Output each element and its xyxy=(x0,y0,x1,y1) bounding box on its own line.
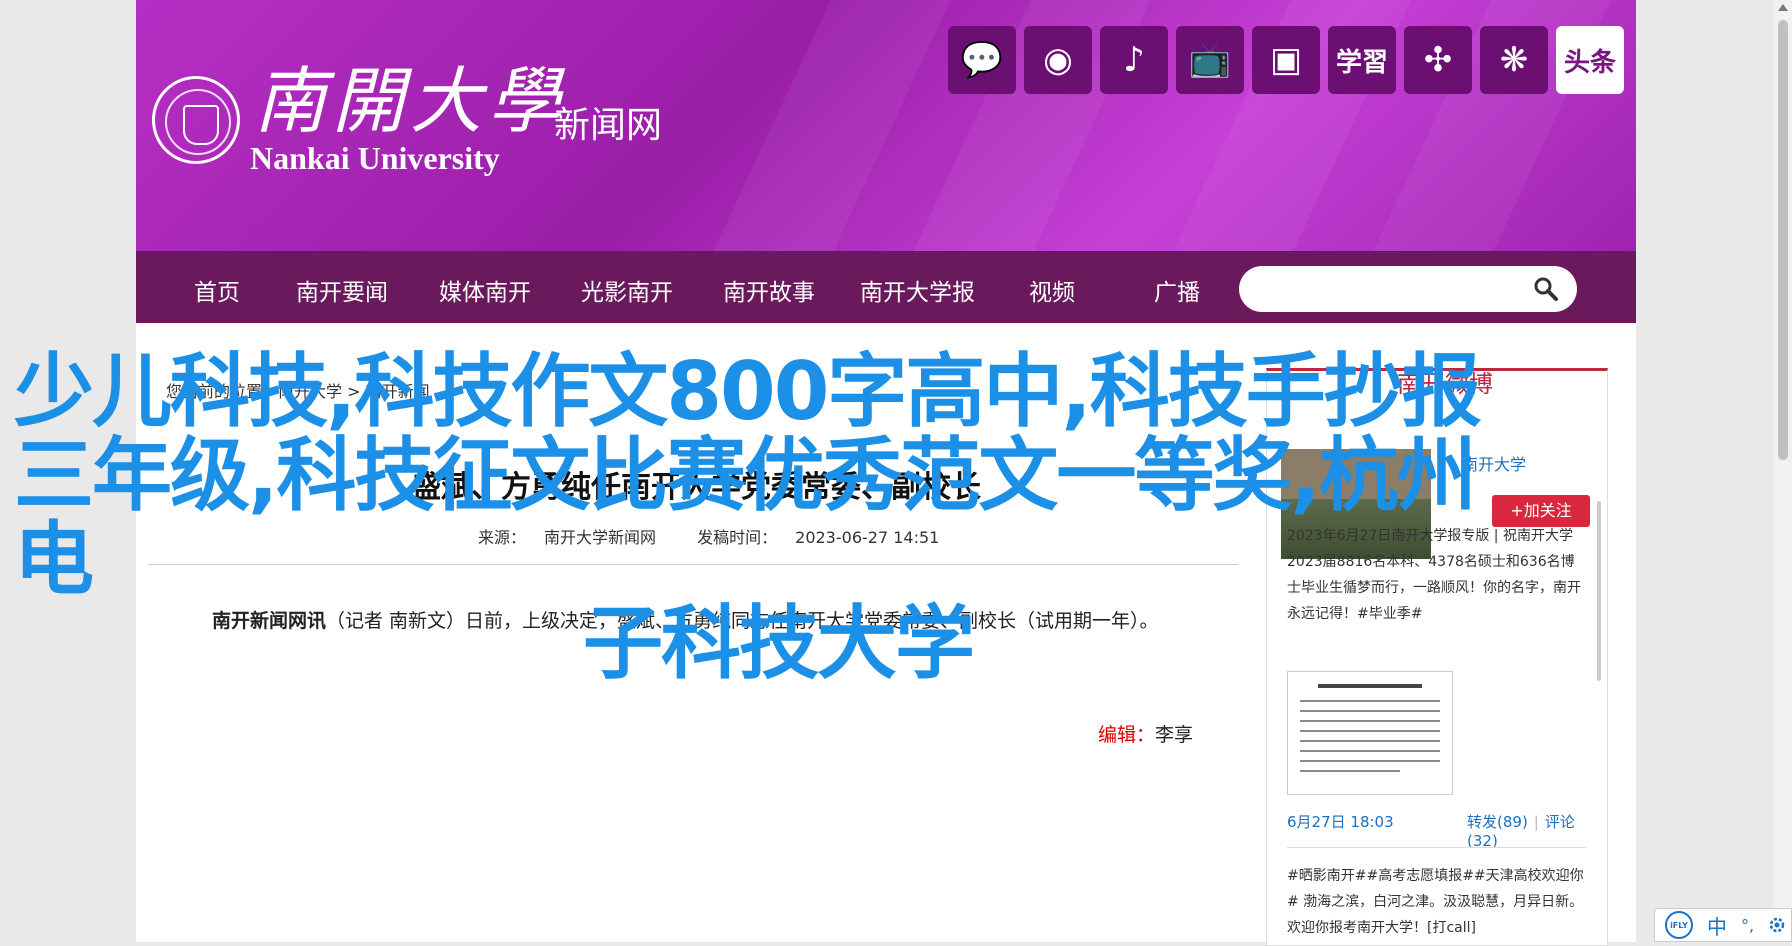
nav-item-newspaper[interactable]: 南开大学报 xyxy=(860,273,975,307)
nav-item-radio[interactable]: 广播 xyxy=(1154,273,1200,307)
overlay-line-3: 子科技大学 xyxy=(583,597,975,690)
site-name: 新闻网 xyxy=(554,105,663,146)
douyin-icon[interactable]: ♪ xyxy=(1100,26,1168,94)
editor-name: 李享 xyxy=(1155,724,1194,746)
wechat-icon[interactable]: 💬 xyxy=(948,26,1016,94)
ifly-logo-icon[interactable]: iFLY xyxy=(1665,911,1693,939)
post-time[interactable]: 6月27日 18:03 xyxy=(1287,813,1394,831)
weibo-post: #晒影南开##高考志愿填报##天津高校欢迎你# 渤海之滨，白河之津。汲汲聪慧，月… xyxy=(1287,868,1584,936)
search-box xyxy=(1239,266,1577,312)
main-nav: 首页 南开要闻 媒体南开 光影南开 南开故事 南开大学报 视频 广播 xyxy=(136,251,1636,323)
nav-item-stories[interactable]: 南开故事 xyxy=(723,273,815,307)
xuexi-icon[interactable]: 学習 xyxy=(1328,26,1396,94)
repost-link[interactable]: 转发(89) xyxy=(1467,813,1528,831)
scroll-thumb[interactable] xyxy=(1778,20,1788,460)
logo-chinese[interactable]: 南開大學 xyxy=(254,42,566,147)
ime-mode[interactable]: 中 xyxy=(1707,911,1727,940)
search-icon[interactable] xyxy=(1533,276,1559,302)
nav-item-news[interactable]: 南开要闻 xyxy=(296,273,388,307)
overlay-line-1: 少儿科技,科技作文800字高中,科技手抄报 xyxy=(14,345,1482,438)
app-icon[interactable]: ✣ xyxy=(1404,26,1472,94)
editor-label: 编辑： xyxy=(1098,724,1156,746)
university-seal-logo[interactable] xyxy=(152,76,240,164)
search-input[interactable] xyxy=(1257,274,1531,306)
post-divider xyxy=(1287,847,1587,848)
nav-item-video[interactable]: 视频 xyxy=(1029,273,1075,307)
post-image[interactable] xyxy=(1287,671,1453,795)
bilibili-icon[interactable]: 📺 xyxy=(1176,26,1244,94)
editor-credit: 编辑：李享 xyxy=(1098,720,1193,747)
logo-english[interactable]: Nankai University xyxy=(250,140,500,177)
header-banner: 南開大學 Nankai University 新闻网 💬 ◉ ♪ 📺 ▣ 学習 … xyxy=(136,0,1636,251)
overlay-line-2: 三年级,科技征文比赛优秀范文一等奖,杭州电 xyxy=(14,429,1477,606)
scroll-up-icon[interactable] xyxy=(1778,4,1788,11)
ime-punct[interactable]: °, xyxy=(1741,916,1754,935)
page-scrollbar[interactable] xyxy=(1774,0,1792,942)
weibo-icon[interactable]: ◉ xyxy=(1024,26,1092,94)
kuaishou-icon[interactable]: ▣ xyxy=(1252,26,1320,94)
nav-item-home[interactable]: 首页 xyxy=(194,273,240,307)
nav-item-media[interactable]: 媒体南开 xyxy=(439,273,531,307)
social-links: 💬 ◉ ♪ 📺 ▣ 学習 ✣ ❋ 头条 xyxy=(948,26,1624,94)
toutiao-icon[interactable]: 头条 xyxy=(1556,26,1624,94)
gear-icon[interactable] xyxy=(1768,916,1786,934)
widget-scrollbar[interactable] xyxy=(1597,501,1601,681)
dandelion-icon[interactable]: ❋ xyxy=(1480,26,1548,94)
nav-item-photo[interactable]: 光影南开 xyxy=(581,273,673,307)
post-meta: 6月27日 18:03 转发(89) | 评论(32) xyxy=(1287,813,1575,850)
ime-toolbar: iFLY 中 °, xyxy=(1654,908,1792,942)
title-overlay: 少儿科技,科技作文800字高中,科技手抄报 三年级,科技征文比赛优秀范文一等奖,… xyxy=(14,350,1514,686)
